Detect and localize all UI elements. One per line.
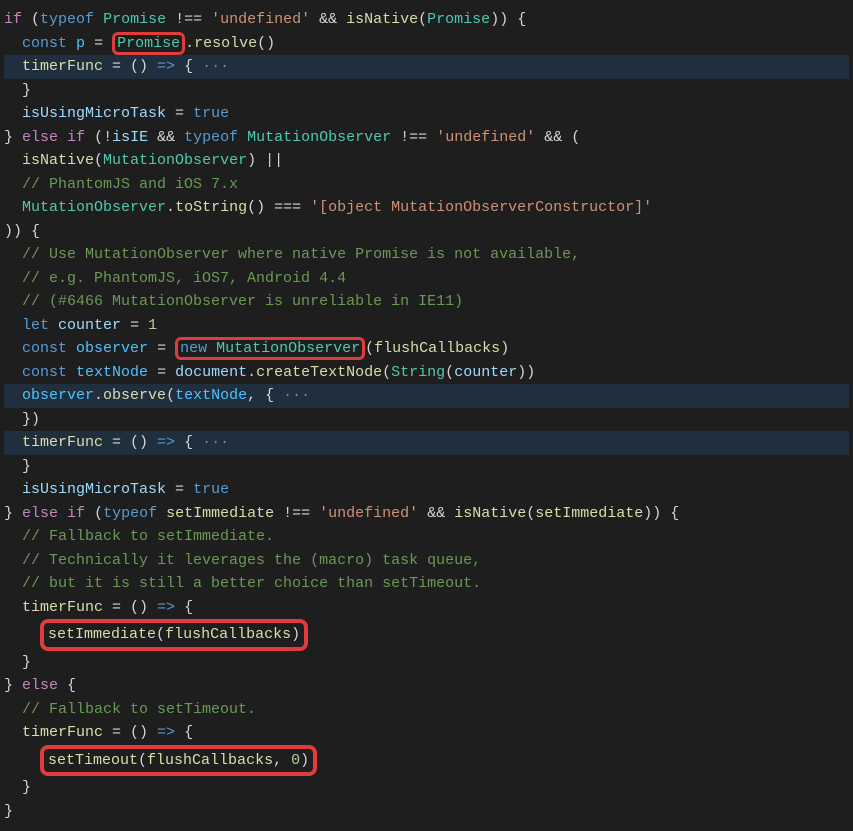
- code-line-folded[interactable]: timerFunc = () => { ···: [4, 431, 849, 455]
- fold-ellipsis-icon[interactable]: ···: [193, 434, 229, 451]
- highlight-box-promise: Promise: [112, 32, 185, 55]
- code-line: // Fallback to setTimeout.: [4, 698, 849, 722]
- code-line: let counter = 1: [4, 314, 849, 338]
- code-line: // Fallback to setImmediate.: [4, 525, 849, 549]
- code-line: }: [4, 776, 849, 800]
- fold-ellipsis-icon[interactable]: ···: [274, 387, 310, 404]
- highlight-box-settimeout: setTimeout(flushCallbacks, 0): [40, 745, 317, 777]
- code-line: // Use MutationObserver where native Pro…: [4, 243, 849, 267]
- code-line: MutationObserver.toString() === '[object…: [4, 196, 849, 220]
- code-line: if (typeof Promise !== 'undefined' && is…: [4, 8, 849, 32]
- code-line: const textNode = document.createTextNode…: [4, 361, 849, 385]
- code-line: timerFunc = () => {: [4, 721, 849, 745]
- code-line: setImmediate(flushCallbacks): [4, 619, 849, 651]
- code-line: } else if (typeof setImmediate !== 'unde…: [4, 502, 849, 526]
- code-editor[interactable]: if (typeof Promise !== 'undefined' && is…: [4, 8, 849, 823]
- code-line: }): [4, 408, 849, 432]
- code-line: // Technically it leverages the (macro) …: [4, 549, 849, 573]
- code-line: const observer = new MutationObserver(fl…: [4, 337, 849, 361]
- code-line: const p = Promise.resolve(): [4, 32, 849, 56]
- code-line: isNative(MutationObserver) ||: [4, 149, 849, 173]
- highlight-box-setimmediate: setImmediate(flushCallbacks): [40, 619, 308, 651]
- code-line: // e.g. PhantomJS, iOS7, Android 4.4: [4, 267, 849, 291]
- code-line: setTimeout(flushCallbacks, 0): [4, 745, 849, 777]
- code-line: }: [4, 79, 849, 103]
- code-line: }: [4, 651, 849, 675]
- code-line: // but it is still a better choice than …: [4, 572, 849, 596]
- code-line: isUsingMicroTask = true: [4, 102, 849, 126]
- code-line: }: [4, 455, 849, 479]
- code-line: timerFunc = () => {: [4, 596, 849, 620]
- code-line: isUsingMicroTask = true: [4, 478, 849, 502]
- code-line-folded[interactable]: observer.observe(textNode, { ···: [4, 384, 849, 408]
- code-line: } else if (!isIE && typeof MutationObser…: [4, 126, 849, 150]
- code-line: // (#6466 MutationObserver is unreliable…: [4, 290, 849, 314]
- fold-ellipsis-icon[interactable]: ···: [193, 58, 229, 75]
- code-line: )) {: [4, 220, 849, 244]
- code-line: }: [4, 800, 849, 824]
- code-line: } else {: [4, 674, 849, 698]
- code-line-folded[interactable]: timerFunc = () => { ···: [4, 55, 849, 79]
- highlight-box-mutationobserver: new MutationObserver: [175, 337, 365, 360]
- code-line: // PhantomJS and iOS 7.x: [4, 173, 849, 197]
